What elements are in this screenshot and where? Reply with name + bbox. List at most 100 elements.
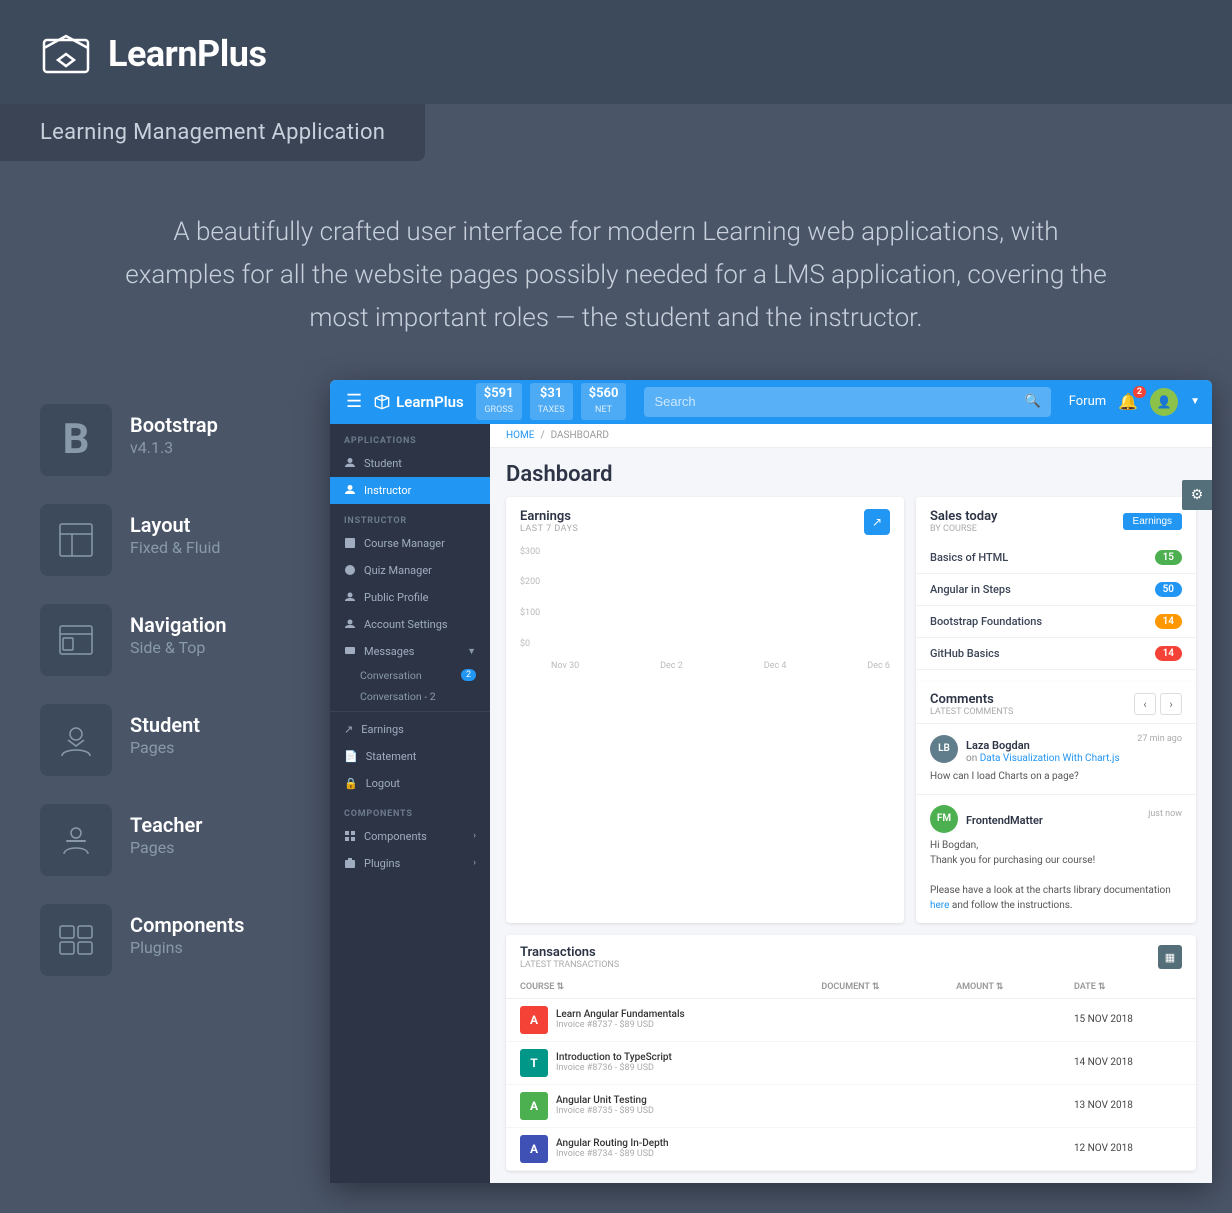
- app-navbar: ☰ LearnPlus $591 GROSS $31 TAXES $560 NE…: [330, 380, 1212, 424]
- comments-title: Comments: [930, 692, 1013, 707]
- section-label-applications: APPLICATIONS: [330, 424, 490, 450]
- sidebar-sub-conversation[interactable]: Conversation 2: [330, 665, 490, 686]
- features-sidebar: B Bootstrap v4.1.3 Layout Fixed & Fluid: [20, 380, 330, 1183]
- components-icon: [40, 904, 112, 976]
- sales-badge-github: 14: [1155, 646, 1182, 661]
- logo-icon: [40, 28, 92, 80]
- sidebar-item-statement[interactable]: 📄 Statement: [330, 743, 490, 770]
- sales-badge-bootstrap: 14: [1155, 614, 1182, 629]
- table-row: T Introduction to TypeScript Invoice #87…: [506, 1041, 1196, 1084]
- chart-x-labels: Nov 30 Dec 2 Dec 4 Dec 6: [551, 661, 890, 671]
- avatar[interactable]: 👤: [1150, 388, 1178, 416]
- transactions-title: Transactions: [520, 945, 619, 960]
- feature-teacher[interactable]: Teacher Pages: [40, 790, 310, 890]
- comments-next[interactable]: ›: [1160, 693, 1182, 715]
- chart-bars: [551, 547, 890, 651]
- sidebar-item-public-profile[interactable]: Public Profile: [330, 584, 490, 611]
- app-body: APPLICATIONS Student Instructor INSTRUCT…: [330, 424, 1212, 1183]
- earnings-subtitle: LAST 7 DAYS: [520, 524, 578, 534]
- trans-course-3: A Angular Unit Testing Invoice #8735 - $…: [506, 1084, 807, 1127]
- sidebar-item-student[interactable]: Student: [330, 450, 490, 477]
- col-date: DATE ⇅: [1060, 976, 1196, 999]
- search-box[interactable]: 🔍: [644, 387, 1050, 417]
- earnings-button[interactable]: Earnings: [1123, 513, 1182, 530]
- breadcrumb-dashboard: DASHBOARD: [551, 430, 609, 441]
- feature-teacher-subtitle: Pages: [130, 838, 202, 857]
- sidebar-item-course-manager[interactable]: Course Manager: [330, 530, 490, 557]
- transactions-panel: Transactions LATEST TRANSACTIONS ▦ COURS…: [506, 935, 1196, 1171]
- feature-bootstrap-subtitle: v4.1.3: [130, 438, 218, 457]
- table-row: A Angular Unit Testing Invoice #8735 - $…: [506, 1084, 1196, 1127]
- breadcrumb-home[interactable]: HOME: [506, 430, 534, 441]
- course-icon-2: T: [520, 1049, 548, 1077]
- sidebar-sub-conversation2[interactable]: Conversation - 2: [330, 686, 490, 707]
- feature-layout[interactable]: Layout Fixed & Fluid: [40, 490, 310, 590]
- comment-1: LB Laza Bogdan 27 min ago on Data Visual…: [916, 723, 1196, 794]
- search-icon: 🔍: [1025, 394, 1041, 409]
- nav-stat-net: $560 NET: [581, 383, 627, 420]
- bootstrap-icon: B: [40, 404, 112, 476]
- sidebar-item-earnings[interactable]: ↗ Earnings: [330, 716, 490, 743]
- settings-cog[interactable]: ⚙: [1182, 480, 1212, 510]
- earnings-icon-btn[interactable]: ↗: [864, 509, 890, 535]
- feature-components[interactable]: Components Plugins: [40, 890, 310, 990]
- sidebar-item-instructor[interactable]: Instructor: [330, 477, 490, 504]
- sidebar-item-plugins[interactable]: Plugins ›: [330, 850, 490, 877]
- feature-navigation-title: Navigation: [130, 612, 226, 638]
- sales-badge-html: 15: [1155, 550, 1182, 565]
- comments-prev[interactable]: ‹: [1134, 693, 1156, 715]
- avatar-chevron[interactable]: ▼: [1190, 396, 1200, 407]
- feature-components-title: Components: [130, 912, 244, 938]
- comments-panel: Comments LATEST COMMENTS ‹ › L: [916, 682, 1196, 923]
- feature-navigation[interactable]: Navigation Side & Top: [40, 590, 310, 690]
- earnings-panel-header: Earnings LAST 7 DAYS ↗: [506, 497, 904, 539]
- logout-icon: 🔒: [344, 777, 358, 790]
- comment-text-1: How can I load Charts on a page?: [930, 769, 1182, 784]
- comment-2: FM FrontendMatter just now Hi Bogdan,Tha…: [916, 794, 1196, 923]
- page-header: Dashboard: [490, 448, 1212, 497]
- feature-navigation-subtitle: Side & Top: [130, 638, 226, 657]
- course-icon-4: A: [520, 1135, 548, 1163]
- comment-here-link[interactable]: here: [930, 900, 949, 911]
- transactions-table: COURSE ⇅ DOCUMENT ⇅ AMOUNT ⇅ DATE ⇅ A: [506, 976, 1196, 1171]
- sidebar-item-logout[interactable]: 🔒 Logout: [330, 770, 490, 797]
- transactions-icon-btn[interactable]: ▦: [1158, 945, 1182, 969]
- col-course: COURSE ⇅: [506, 976, 807, 999]
- logo-text: LearnPlus: [108, 33, 266, 75]
- comment-avatar-1: LB: [930, 735, 958, 763]
- transactions-subtitle: LATEST TRANSACTIONS: [520, 960, 619, 970]
- comment-on-1: on Data Visualization With Chart.js: [966, 753, 1182, 764]
- comments-header: Comments LATEST COMMENTS ‹ ›: [916, 682, 1196, 723]
- section-label-instructor: INSTRUCTOR: [330, 504, 490, 530]
- subtitle-banner: Learning Management Application: [0, 104, 425, 161]
- hamburger-icon[interactable]: ☰: [342, 387, 366, 416]
- sidebar-item-quiz-manager[interactable]: ? Quiz Manager: [330, 557, 490, 584]
- feature-teacher-title: Teacher: [130, 812, 202, 838]
- trans-course-1: A Learn Angular Fundamentals Invoice #87…: [506, 998, 807, 1041]
- transactions-header: Transactions LATEST TRANSACTIONS ▦: [506, 935, 1196, 976]
- app-sidebar: APPLICATIONS Student Instructor INSTRUCT…: [330, 424, 490, 1183]
- comment-link-1[interactable]: Data Visualization With Chart.js: [980, 753, 1120, 764]
- feature-components-subtitle: Plugins: [130, 938, 244, 957]
- earnings-title: Earnings: [520, 509, 578, 524]
- feature-student[interactable]: Student Pages: [40, 690, 310, 790]
- statement-icon: 📄: [344, 750, 358, 763]
- app-main: HOME / DASHBOARD Dashboard Earnings: [490, 424, 1212, 1183]
- search-input[interactable]: [654, 394, 1016, 409]
- feature-bootstrap-title: Bootstrap: [130, 412, 218, 438]
- student-icon: [40, 704, 112, 776]
- sales-item-bootstrap: Bootstrap Foundations 14: [916, 606, 1196, 638]
- sales-item-github: GitHub Basics 14: [916, 638, 1196, 670]
- forum-link[interactable]: Forum: [1069, 394, 1106, 409]
- sidebar-item-components[interactable]: Components ›: [330, 823, 490, 850]
- feature-bootstrap[interactable]: B Bootstrap v4.1.3: [40, 390, 310, 490]
- sidebar-item-messages[interactable]: Messages ▼: [330, 638, 490, 665]
- app-logo: LearnPlus: [374, 393, 464, 411]
- notification-bell[interactable]: 🔔 2: [1118, 392, 1138, 411]
- bootstrap-foundations-label: Bootstrap Foundations: [930, 615, 1042, 628]
- sales-item-html: Basics of HTML 15: [916, 542, 1196, 574]
- trans-course-4: A Angular Routing In-Depth Invoice #8734…: [506, 1127, 807, 1170]
- sidebar-item-account-settings[interactable]: Account Settings: [330, 611, 490, 638]
- trans-course-2: T Introduction to TypeScript Invoice #87…: [506, 1041, 807, 1084]
- course-icon-3: A: [520, 1092, 548, 1120]
